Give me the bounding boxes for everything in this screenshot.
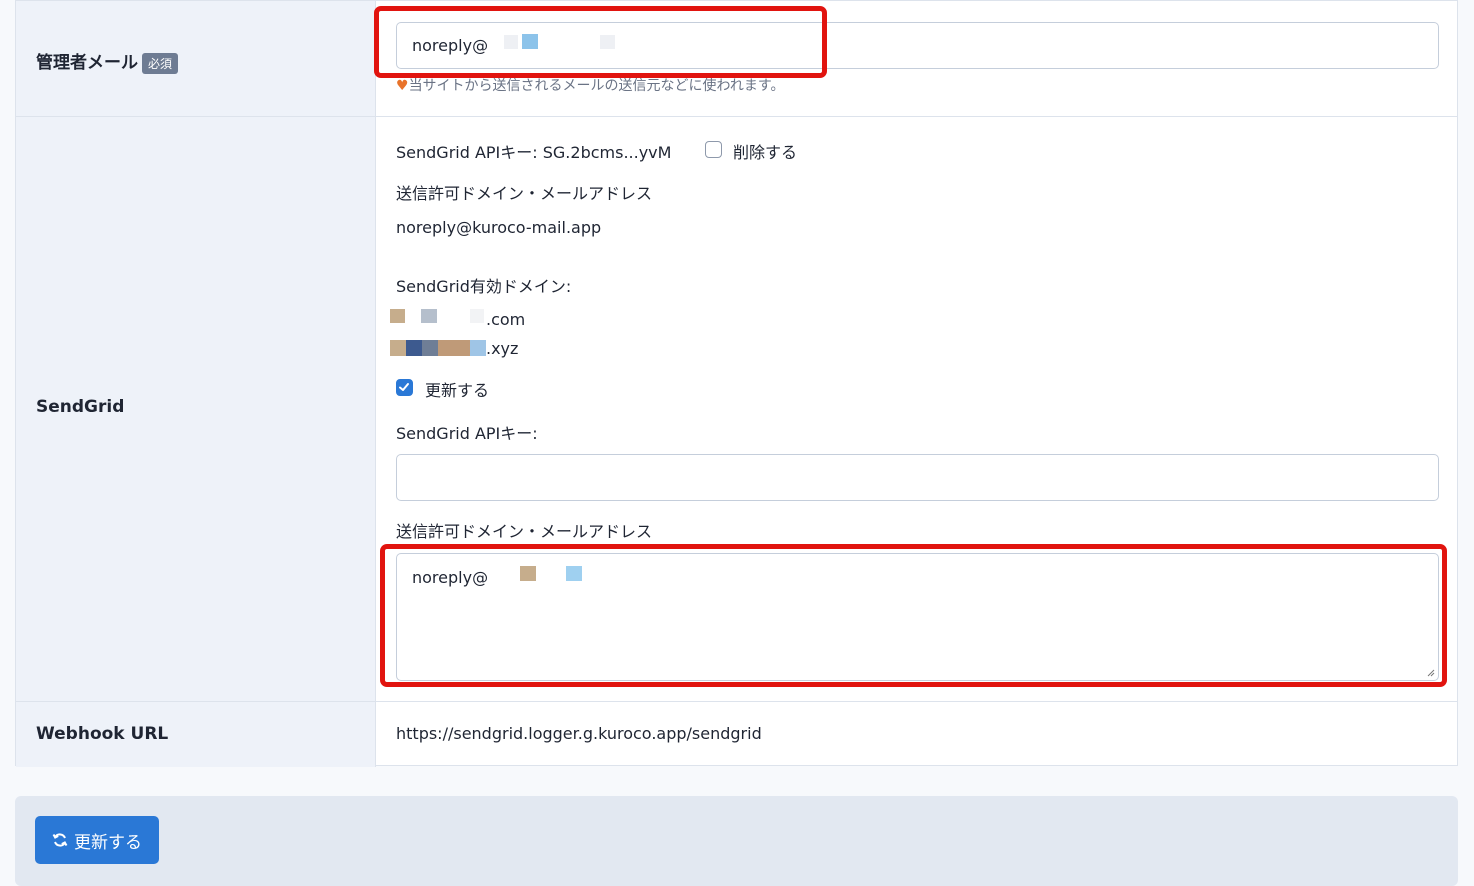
pixel-mask bbox=[390, 340, 406, 356]
delete-checkbox[interactable] bbox=[705, 141, 722, 158]
api-key-current: SendGrid APIキー: SG.2bcms...yvM bbox=[396, 143, 672, 162]
delete-label: 削除する bbox=[733, 143, 798, 162]
allowed-heading: 送信許可ドメイン・メールアドレス bbox=[396, 184, 653, 203]
domain-suffix: .xyz bbox=[486, 339, 519, 358]
required-badge: 必須 bbox=[142, 52, 179, 74]
allowed-heading-2: 送信許可ドメイン・メールアドレス bbox=[396, 522, 653, 541]
check-icon bbox=[399, 383, 409, 391]
pixel-mask bbox=[406, 340, 422, 356]
highlight-box bbox=[380, 544, 1447, 687]
api-key-input-label: SendGrid APIキー: bbox=[396, 424, 538, 443]
refresh-icon bbox=[52, 833, 68, 847]
sendgrid-label: SendGrid bbox=[36, 397, 125, 417]
submit-button-label: 更新する bbox=[74, 832, 142, 853]
valid-domains-label: SendGrid有効ドメイン: bbox=[396, 277, 572, 296]
webhook-url: https://sendgrid.logger.g.kuroco.app/sen… bbox=[396, 724, 762, 743]
allowed-value: noreply@kuroco-mail.app bbox=[396, 218, 602, 237]
admin-mail-help: ♥当サイトから送信されるメールの送信元などに使われます。 bbox=[396, 75, 784, 95]
pixel-mask bbox=[422, 340, 438, 356]
pixel-mask bbox=[438, 340, 470, 356]
pixel-mask bbox=[390, 309, 405, 323]
pixel-mask bbox=[470, 309, 484, 323]
footer-bar: 更新する bbox=[15, 796, 1458, 886]
highlight-box bbox=[374, 6, 827, 78]
pin-icon: ♥ bbox=[396, 78, 409, 94]
admin-mail-label: 管理者メール 必須 bbox=[36, 48, 179, 74]
pixel-mask bbox=[421, 309, 437, 323]
pixel-mask bbox=[470, 340, 486, 356]
row-webhook: Webhook URL https://sendgrid.logger.g.ku… bbox=[16, 702, 1457, 767]
admin-mail-label-text: 管理者メール bbox=[36, 53, 138, 73]
api-key-input[interactable] bbox=[396, 454, 1439, 501]
update-label: 更新する bbox=[425, 381, 490, 400]
label-cell: SendGrid bbox=[16, 117, 376, 701]
update-checkbox[interactable] bbox=[396, 379, 413, 396]
admin-mail-help-text: 当サイトから送信されるメールの送信元などに使われます。 bbox=[408, 78, 785, 94]
domain-item: .com bbox=[390, 309, 590, 329]
submit-button[interactable]: 更新する bbox=[35, 816, 159, 864]
webhook-label: Webhook URL bbox=[36, 724, 169, 744]
label-cell: 管理者メール 必須 bbox=[16, 1, 376, 116]
label-cell: Webhook URL bbox=[16, 702, 376, 767]
domain-item: .xyz bbox=[390, 339, 590, 360]
domain-suffix: .com bbox=[486, 310, 526, 329]
